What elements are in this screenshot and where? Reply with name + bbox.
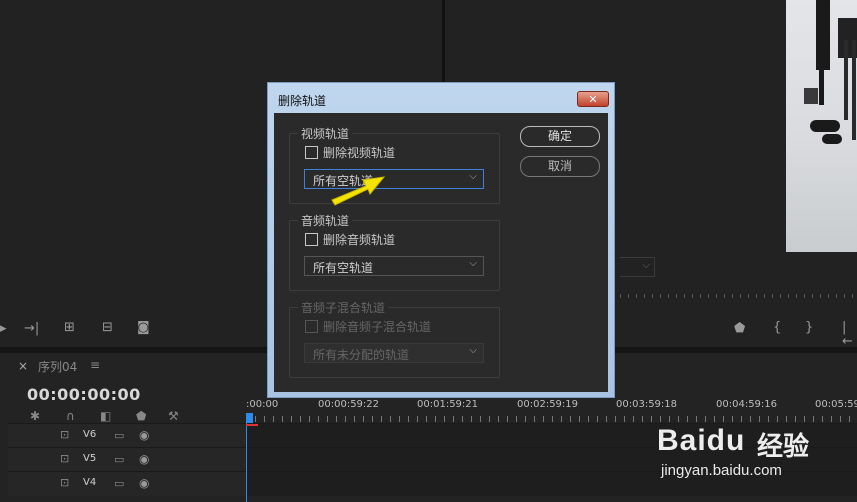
insert-icon[interactable]: ⊞ (64, 321, 75, 335)
group-title: 音频子混合轨道 (298, 299, 389, 316)
dialog-body: 视频轨道 删除视频轨道 所有空轨道 ⌵ 音频轨道 删除音频轨道 所有空轨道 ⌵ … (274, 113, 608, 392)
submix-tracks-group: 音频子混合轨道 删除音频子混合轨道 所有未分配的轨道 ⌵ (289, 299, 500, 378)
track-name[interactable]: V4 (83, 477, 96, 488)
group-title: 视频轨道 (298, 125, 353, 142)
track-name[interactable]: V5 (83, 453, 96, 464)
track-header: ⊡ V5 ▭ ◉ (8, 448, 246, 472)
cancel-button[interactable]: 取消 (520, 156, 600, 177)
snap-icon[interactable]: ∩ (66, 409, 75, 423)
timecode-display[interactable]: 00:00:00:00 (27, 385, 141, 404)
nest-icon[interactable]: ✱ (30, 409, 40, 423)
lock-icon[interactable]: ⊡ (60, 452, 69, 465)
add-marker-icon[interactable]: ⬟ (136, 409, 146, 423)
video-frame-preview (786, 0, 857, 252)
eye-icon[interactable]: ◉ (139, 452, 149, 466)
ok-button[interactable]: 确定 (520, 126, 600, 147)
delete-video-tracks-checkbox[interactable] (305, 146, 318, 159)
play-backward-icon[interactable]: ▸ (0, 322, 7, 336)
delete-submix-tracks-checkbox[interactable] (305, 320, 318, 333)
ruler-label: 00:00:59:22 (318, 399, 380, 410)
watermark-url: jingyan.baidu.com (661, 462, 782, 479)
marker-icon[interactable]: ⬟ (734, 322, 745, 336)
overwrite-icon[interactable]: ⊟ (102, 321, 113, 335)
watermark-logo: Baidu (657, 424, 746, 457)
video-tracks-group: 视频轨道 删除视频轨道 所有空轨道 ⌵ (289, 125, 500, 204)
chevron-down-icon: ⌵ (469, 258, 477, 269)
annotation-arrow-icon (331, 176, 386, 206)
playhead-line[interactable] (246, 420, 247, 502)
eye-icon[interactable]: ◉ (139, 476, 149, 490)
submix-tracks-dropdown[interactable]: 所有未分配的轨道 ⌵ (304, 343, 484, 363)
ruler-label: 00:03:59:18 (616, 399, 678, 410)
panel-menu-icon[interactable]: ≡ (90, 358, 100, 372)
playhead-handle[interactable] (246, 413, 253, 423)
linked-selection-icon[interactable]: ◧ (100, 409, 111, 423)
audio-tracks-dropdown[interactable]: 所有空轨道 ⌵ (304, 256, 484, 276)
close-tab-icon[interactable]: × (18, 359, 28, 373)
audio-tracks-group: 音频轨道 删除音频轨道 所有空轨道 ⌵ (289, 212, 500, 291)
chevron-down-icon: ⌵ (469, 171, 477, 182)
ruler-label: 00:02:59:19 (517, 399, 579, 410)
delete-tracks-dialog: 删除轨道 ✕ 视频轨道 删除视频轨道 所有空轨道 ⌵ 音频轨道 删除音频轨道 所… (267, 82, 615, 398)
eye-icon[interactable]: ◉ (139, 428, 149, 442)
work-area-marker (246, 424, 258, 426)
group-title: 音频轨道 (298, 212, 353, 229)
camera-icon[interactable]: ◙ (137, 321, 150, 335)
dialog-title: 删除轨道 (278, 94, 327, 108)
dropdown-value: 所有空轨道 (313, 261, 374, 275)
watermark-text: 经验 (757, 432, 810, 462)
sequence-tab-label[interactable]: 序列04 (38, 358, 77, 375)
step-forward-icon[interactable]: →| (24, 322, 39, 336)
sync-lock-icon[interactable]: ▭ (114, 429, 124, 442)
chevron-down-icon: ⌵ (469, 345, 477, 356)
program-zoom-dropdown[interactable]: ⌵ (620, 257, 655, 277)
track-header: ⊡ V6 ▭ ◉ (8, 424, 246, 448)
lock-icon[interactable]: ⊡ (60, 476, 69, 489)
close-icon[interactable]: ✕ (577, 91, 609, 107)
sync-lock-icon[interactable]: ▭ (114, 477, 124, 490)
dropdown-value: 所有未分配的轨道 (313, 348, 410, 362)
track-header: ⊡ V4 ▭ ◉ (8, 472, 246, 496)
ruler-label: 00:05:59 (815, 399, 857, 410)
program-ruler-ticks (620, 294, 857, 298)
delete-audio-tracks-checkbox[interactable] (305, 233, 318, 246)
mark-out-icon[interactable]: } (805, 321, 813, 335)
go-to-in-icon[interactable]: |← (842, 321, 857, 349)
checkbox-label[interactable]: 删除音频轨道 (323, 231, 395, 248)
ruler-label: :00:00 (246, 399, 279, 410)
track-name[interactable]: V6 (83, 429, 96, 440)
sync-lock-icon[interactable]: ▭ (114, 453, 124, 466)
checkbox-label[interactable]: 删除音频子混合轨道 (323, 318, 431, 335)
baidu-watermark: Baidu 经验 jingyan.baidu.com (655, 410, 857, 502)
ruler-label: 00:04:59:16 (716, 399, 778, 410)
checkbox-label[interactable]: 删除视频轨道 (323, 144, 395, 161)
lock-icon[interactable]: ⊡ (60, 428, 69, 441)
wrench-icon[interactable]: ⚒ (168, 409, 179, 423)
ruler-label: 00:01:59:21 (417, 399, 479, 410)
mark-in-icon[interactable]: { (773, 321, 781, 335)
